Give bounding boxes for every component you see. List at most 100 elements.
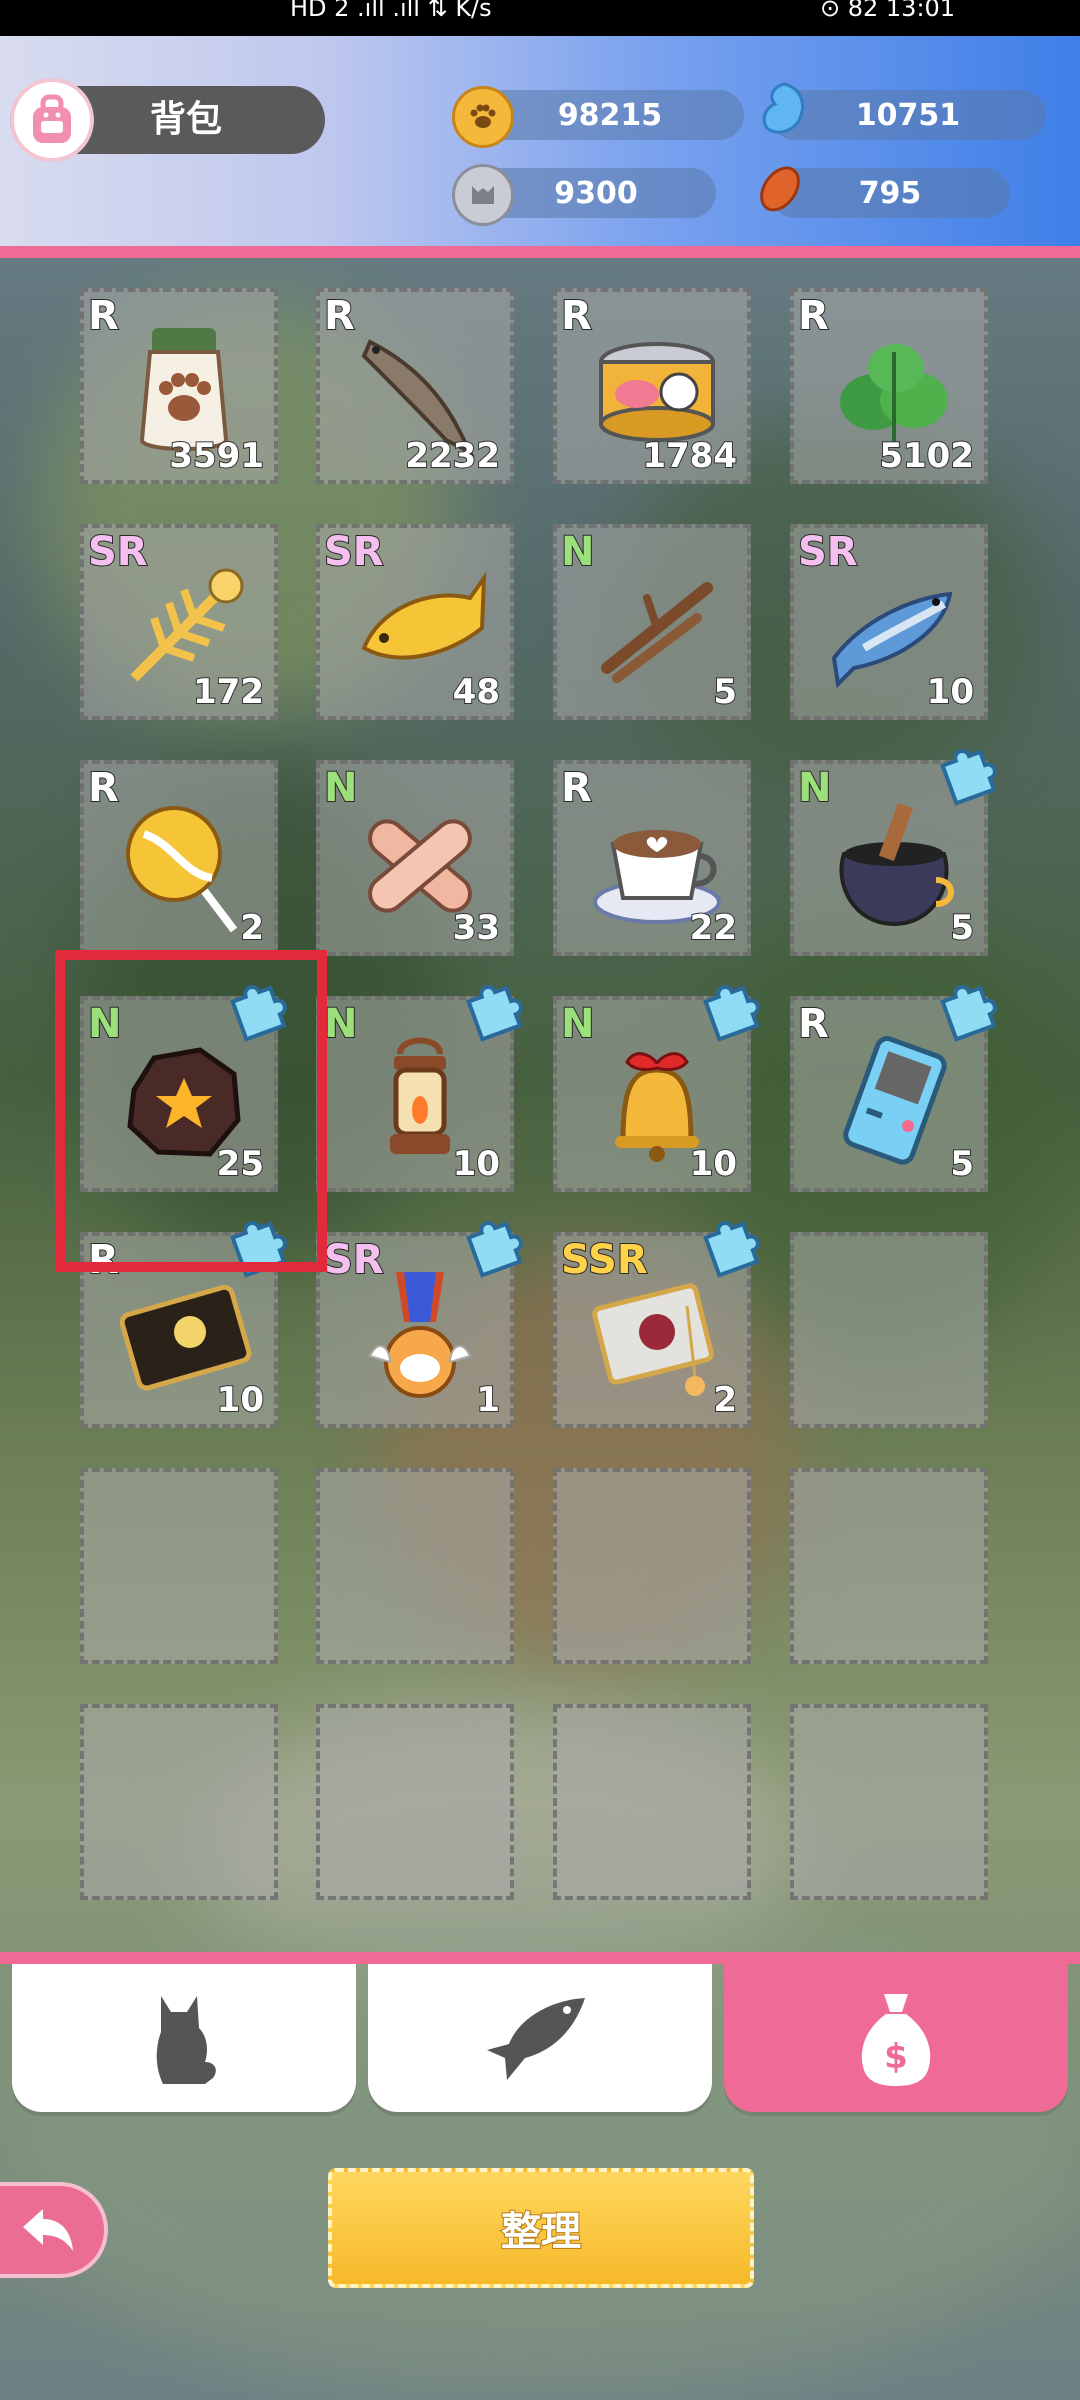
rarity-label: R (560, 293, 593, 339)
inventory-slot[interactable]: R5 (790, 985, 997, 1192)
resource-value: 98215 (557, 97, 663, 133)
rarity-label: SR (797, 529, 859, 575)
item-count: 1784 (641, 435, 738, 477)
inventory-slot[interactable]: SR 10 (790, 524, 988, 720)
inventory-slot[interactable]: SSR 2 (553, 1221, 760, 1428)
empty-inventory-slot[interactable] (80, 1468, 278, 1664)
item-count: 10 (926, 671, 975, 713)
resource-value: 10751 (855, 97, 961, 133)
empty-inventory-slot[interactable] (316, 1468, 514, 1664)
item-count: 33 (452, 907, 501, 949)
inventory-slot[interactable]: R 1784 (553, 288, 751, 484)
item-count: 10 (216, 1379, 265, 1421)
rarity-label: R (87, 293, 120, 339)
item-count: 48 (452, 671, 501, 713)
twigs-icon (587, 558, 727, 698)
rarity-label: N (323, 765, 359, 811)
item-count: 2232 (404, 435, 501, 477)
status-bar: HD 2 .ıll .ıll ⇅ K/s ⊙ 82 13:01 (0, 0, 1080, 36)
puzzle-piece-icon (466, 985, 523, 1042)
page-title: 背包 (150, 99, 223, 140)
bottom-divider (0, 1952, 1080, 1964)
empty-inventory-slot[interactable] (790, 1232, 988, 1428)
inventory-slot[interactable]: SR 48 (316, 524, 514, 720)
empty-inventory-slot[interactable] (316, 1704, 514, 1900)
empty-inventory-slot[interactable] (790, 1468, 988, 1664)
rarity-label: N (560, 1001, 596, 1047)
lollipop-icon (114, 794, 254, 934)
rarity-label: N (797, 765, 833, 811)
inventory-slot[interactable]: N5 (553, 524, 751, 720)
item-count: 2 (239, 907, 265, 949)
item-count: 5 (712, 671, 738, 713)
resource-paw-coins: 98215 (476, 90, 744, 140)
inventory-slot[interactable]: R 5102 (790, 288, 988, 484)
item-count: 5 (949, 907, 975, 949)
item-count: 172 (192, 671, 265, 713)
rarity-label: R (560, 765, 593, 811)
svg-text:$: $ (884, 2037, 908, 2077)
item-count: 22 (689, 907, 738, 949)
item-count: 10 (452, 1143, 501, 1185)
puzzle-piece-icon (466, 1221, 523, 1278)
item-count: 3591 (168, 435, 265, 477)
inventory-slot[interactable]: SR 172 (80, 524, 278, 720)
tab-items[interactable]: $ (724, 1964, 1068, 2112)
inventory-slot[interactable]: N 33 (316, 760, 514, 956)
empty-inventory-slot[interactable] (553, 1468, 751, 1664)
game-console-icon (824, 1030, 964, 1170)
inventory-slot[interactable]: R 22 (553, 760, 751, 956)
rarity-label: N (560, 529, 596, 575)
puzzle-piece-icon (703, 985, 760, 1042)
cat-medal-icon (350, 1266, 490, 1406)
sort-button[interactable]: 整理 (328, 2168, 754, 2288)
paw-coin-icon (452, 86, 514, 148)
inventory-slot[interactable]: R2 (80, 760, 278, 956)
rarity-label: SSR (560, 1237, 649, 1283)
cat-silhouette-icon (156, 1996, 216, 2084)
fish-currency-icon (756, 82, 812, 138)
item-count: 5102 (878, 435, 975, 477)
photo-charm-icon (587, 1266, 727, 1406)
inventory-slot[interactable]: SR 1 (316, 1221, 523, 1428)
rarity-label: R (797, 293, 830, 339)
rarity-label: N (323, 1001, 359, 1047)
backpack-icon (10, 78, 94, 162)
item-count: 10 (689, 1143, 738, 1185)
puzzle-piece-icon (703, 1221, 760, 1278)
status-right: ⊙ 82 13:01 (820, 0, 956, 22)
rarity-label: SR (323, 1237, 385, 1283)
inventory-slot[interactable]: N5 (790, 749, 997, 956)
selection-highlight (55, 950, 327, 1272)
header-divider (0, 246, 1080, 258)
rarity-label: R (323, 293, 356, 339)
money-bag-icon: $ (861, 1994, 931, 2086)
puzzle-piece-icon (940, 749, 997, 806)
rarity-label: R (87, 765, 120, 811)
bean-icon (752, 160, 808, 216)
rarity-label: R (797, 1001, 830, 1047)
inventory-slot[interactable]: R 3591 (80, 288, 278, 484)
empty-inventory-slot[interactable] (790, 1704, 988, 1900)
tab-fish[interactable] (368, 1964, 712, 2112)
sort-button-label: 整理 (500, 2208, 582, 2256)
inventory-slot[interactable]: N 10 (553, 985, 760, 1192)
empty-inventory-slot[interactable] (553, 1704, 751, 1900)
item-count: 2 (712, 1379, 738, 1421)
puzzle-piece-icon (940, 985, 997, 1042)
fish-silhouette-icon (487, 1998, 585, 2080)
inventory-slot[interactable]: N 10 (316, 985, 523, 1192)
tab-cats[interactable] (12, 1964, 356, 2112)
cauldron-icon (824, 794, 964, 934)
cat-badge-icon (452, 164, 514, 226)
item-count: 5 (949, 1143, 975, 1185)
rarity-label: SR (87, 529, 149, 575)
empty-inventory-slot[interactable] (80, 1704, 278, 1900)
resource-value: 9300 (554, 175, 638, 211)
rarity-label: SR (323, 529, 385, 575)
item-count: 1 (475, 1379, 501, 1421)
back-arrow-icon (23, 2209, 73, 2251)
resource-value: 795 (858, 175, 922, 211)
inventory-slot[interactable]: R 2232 (316, 288, 514, 484)
back-button[interactable] (0, 2182, 108, 2278)
